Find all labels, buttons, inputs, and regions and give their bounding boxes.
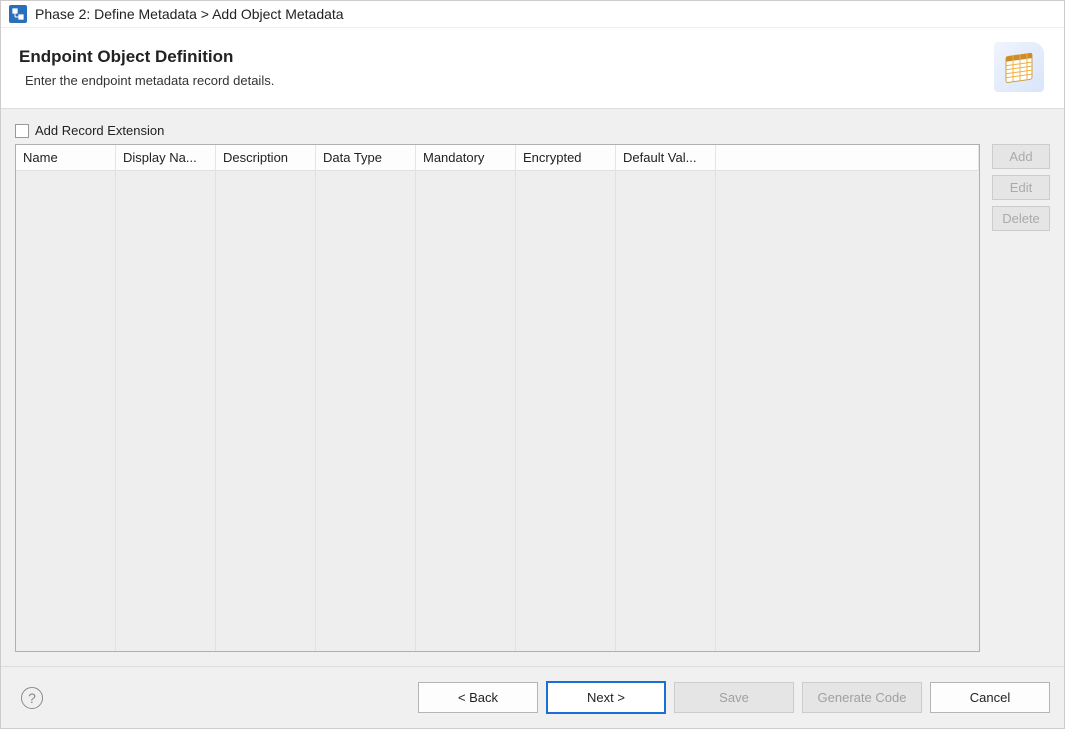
column-header-mandatory[interactable]: Mandatory (416, 145, 516, 170)
page-title: Endpoint Object Definition (19, 47, 994, 67)
spreadsheet-icon (1004, 51, 1034, 83)
table-header-row: Name Display Na... Description Data Type… (16, 145, 979, 171)
add-record-extension-label: Add Record Extension (35, 123, 164, 138)
generate-code-button[interactable]: Generate Code (802, 682, 922, 713)
add-record-extension-row: Add Record Extension (15, 123, 1050, 138)
add-button[interactable]: Add (992, 144, 1050, 169)
column-header-display-name[interactable]: Display Na... (116, 145, 216, 170)
column-header-encrypted[interactable]: Encrypted (516, 145, 616, 170)
save-button[interactable]: Save (674, 682, 794, 713)
next-button[interactable]: Next > (546, 681, 666, 714)
wizard-footer: ? < Back Next > Save Generate Code Cance… (1, 666, 1064, 728)
cancel-button[interactable]: Cancel (930, 682, 1050, 713)
add-record-extension-checkbox[interactable] (15, 124, 29, 138)
titlebar: Phase 2: Define Metadata > Add Object Me… (1, 1, 1064, 28)
table-body[interactable] (16, 171, 979, 651)
edit-button[interactable]: Edit (992, 175, 1050, 200)
help-icon[interactable]: ? (21, 687, 43, 709)
back-button[interactable]: < Back (418, 682, 538, 713)
table-area: Name Display Na... Description Data Type… (15, 144, 1050, 652)
column-header-description[interactable]: Description (216, 145, 316, 170)
window-title: Phase 2: Define Metadata > Add Object Me… (35, 6, 344, 22)
column-header-data-type[interactable]: Data Type (316, 145, 416, 170)
metadata-table: Name Display Na... Description Data Type… (15, 144, 980, 652)
column-header-default-value[interactable]: Default Val... (616, 145, 716, 170)
page-header-text: Endpoint Object Definition Enter the end… (19, 47, 994, 88)
table-side-buttons: Add Edit Delete (992, 144, 1050, 652)
column-header-name[interactable]: Name (16, 145, 116, 170)
page-description: Enter the endpoint metadata record detai… (25, 73, 994, 88)
delete-button[interactable]: Delete (992, 206, 1050, 231)
app-icon (9, 5, 27, 23)
content-area: Add Record Extension Name Display Na... … (1, 109, 1064, 666)
column-header-spacer (716, 145, 979, 170)
header-illustration (994, 42, 1044, 92)
page-header: Endpoint Object Definition Enter the end… (1, 28, 1064, 109)
